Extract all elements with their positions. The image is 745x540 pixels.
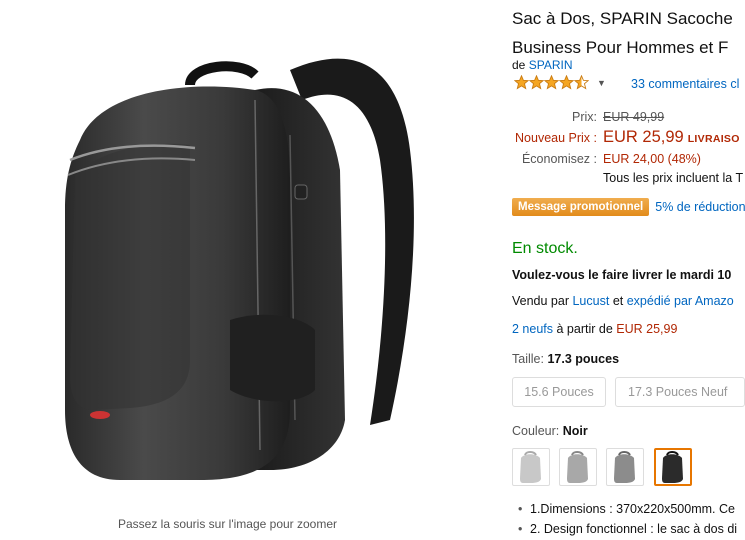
product-title-line1[interactable]: Sac à Dos, SPARIN Sacoche	[512, 4, 733, 33]
tax-note: Tous les prix incluent la T	[603, 171, 744, 185]
product-details: Sac à Dos, SPARIN Sacoche Business Pour …	[512, 0, 745, 540]
new-price: EUR 25,99	[603, 128, 684, 146]
new-offers: 2 neufs à partir de EUR 25,99	[512, 322, 677, 336]
color-swatch-1[interactable]	[512, 448, 550, 486]
star-icon	[559, 75, 574, 90]
new-offers-from: à partir de	[556, 322, 613, 336]
feature-bullets: 1.Dimensions : 370x220x500mm. Ce 2. Desi…	[518, 502, 737, 540]
backpack-thumbnail-icon	[614, 451, 635, 483]
brand-prefix: de	[512, 58, 526, 72]
color-label: Couleur: Noir	[512, 424, 588, 438]
backpack-thumbnail-icon	[567, 451, 588, 483]
seller-info: Vendu par Lucust et expédié par Amazo	[512, 294, 734, 308]
star-icon	[544, 75, 559, 90]
promo-row: Message promotionnel 5% de réduction	[512, 198, 745, 216]
sold-by-prefix: Vendu par	[512, 294, 569, 308]
seller-and: et	[612, 294, 624, 308]
star-icon	[514, 75, 529, 90]
backpack-thumbnail-icon	[662, 451, 683, 483]
size-selected: 17.3 pouces	[547, 352, 620, 366]
new-offers-link[interactable]: 2 neufs	[512, 322, 553, 336]
size-label: Taille: 17.3 pouces	[512, 352, 619, 366]
image-column: Passez la souris sur l'image pour zoomer	[0, 0, 500, 540]
zoom-hint: Passez la souris sur l'image pour zoomer	[117, 517, 338, 531]
delivery-badge[interactable]: LIVRAISO	[688, 133, 740, 145]
chevron-down-icon[interactable]: ▼	[597, 78, 606, 88]
savings-label: Économisez :	[521, 152, 597, 166]
list-price-label: Prix:	[572, 110, 597, 124]
savings-value: EUR 24,00 (48%)	[603, 152, 701, 166]
new-price-label: Nouveau Prix :	[515, 131, 597, 145]
size-option-15-6[interactable]: 15.6 Pouces	[512, 377, 606, 407]
color-swatch-3[interactable]	[606, 448, 644, 486]
color-label-text: Couleur:	[512, 424, 560, 438]
seller-link[interactable]: Lucust	[572, 294, 609, 308]
stars-row[interactable]	[514, 75, 589, 90]
promo-badge: Message promotionnel	[512, 198, 650, 216]
promo-link[interactable]: 5% de réduction	[655, 200, 745, 214]
brand-line: de SPARIN	[512, 58, 573, 72]
stock-status: En stock.	[512, 240, 578, 257]
product-title[interactable]: Sac à Dos, SPARIN Sacoche Business Pour …	[512, 4, 733, 62]
color-swatch-noir-selected[interactable]	[654, 448, 692, 486]
list-price: EUR 49,99	[603, 110, 665, 124]
star-icon	[574, 75, 589, 90]
star-icon	[529, 75, 544, 90]
shipped-by-link[interactable]: expédié par Amazo	[627, 294, 734, 308]
rating-stars[interactable]: ▼	[514, 75, 606, 90]
new-price-group: EUR 25,99 LIVRAISO	[603, 128, 740, 147]
color-swatch-2[interactable]	[559, 448, 597, 486]
color-selected: Noir	[562, 424, 588, 438]
backpack-thumbnail-icon	[520, 451, 541, 483]
product-image[interactable]	[40, 30, 460, 500]
reviews-link[interactable]: 33 commentaires cl	[631, 77, 739, 91]
new-offers-price: EUR 25,99	[616, 322, 678, 336]
size-label-text: Taille:	[512, 352, 544, 366]
brand-link[interactable]: SPARIN	[529, 58, 573, 72]
feature-bullet-2: 2. Design fonctionnel : le sac à dos di	[518, 522, 737, 540]
delivery-info: Voulez-vous le faire livrer le mardi 10	[512, 268, 732, 282]
size-option-17-3-neuf[interactable]: 17.3 Pouces Neuf	[615, 377, 745, 407]
feature-bullet-1: 1.Dimensions : 370x220x500mm. Ce	[518, 502, 737, 522]
